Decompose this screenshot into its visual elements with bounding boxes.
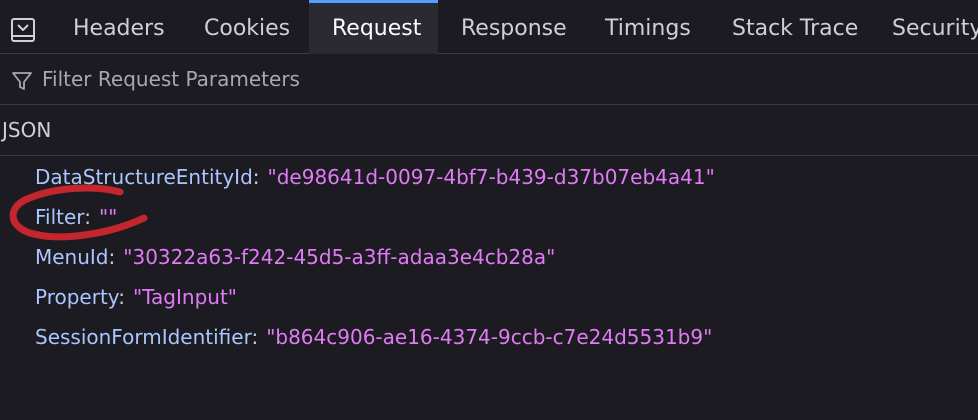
- dock-side-icon[interactable]: [10, 17, 36, 43]
- tab-stack-trace[interactable]: Stack Trace: [732, 0, 858, 54]
- tab-response[interactable]: Response: [461, 0, 567, 54]
- param-value: "30322a63-f242-45d5-a3ff-adaa3e4cb28a": [123, 245, 556, 269]
- params-list: DataStructureEntityId: "de98641d-0097-4bf…: [0, 157, 978, 357]
- param-row[interactable]: Property: "TagInput": [0, 277, 978, 317]
- param-key: DataStructureEntityId: [35, 165, 253, 189]
- tab-label: Timings: [605, 16, 691, 41]
- tab-label: Request: [332, 16, 422, 41]
- tab-label: Cookies: [204, 16, 291, 41]
- tab-cookies[interactable]: Cookies: [204, 0, 290, 54]
- section-title: JSON: [2, 118, 52, 142]
- tab-label: Stack Trace: [732, 16, 859, 41]
- param-colon: :: [252, 165, 260, 189]
- filter-bar: [0, 54, 978, 105]
- param-colon: :: [108, 245, 116, 269]
- param-value: "b864c906-ae16-4374-9ccb-c7e24d5531b9": [266, 325, 713, 349]
- json-section-header[interactable]: JSON: [0, 105, 978, 156]
- tab-label: Response: [461, 16, 567, 41]
- param-row[interactable]: MenuId: "30322a63-f242-45d5-a3ff-adaa3e4c…: [0, 237, 978, 277]
- param-key: Filter: [35, 205, 85, 229]
- param-colon: :: [118, 285, 125, 309]
- tab-timings[interactable]: Timings: [605, 0, 691, 54]
- param-key: Property: [35, 285, 119, 309]
- filter-request-params-input[interactable]: [38, 62, 966, 96]
- param-value: "de98641d-0097-4bf7-b439-d37b07eb4a41": [267, 165, 715, 189]
- tab-security[interactable]: Security: [892, 0, 978, 54]
- param-key: SessionFormIdentifier: [35, 325, 252, 349]
- request-panel: Headers Cookies Request Response Timings…: [0, 0, 978, 420]
- param-row[interactable]: Filter: "": [0, 197, 978, 237]
- param-key: MenuId: [35, 245, 109, 269]
- param-colon: :: [84, 205, 91, 229]
- param-value: "TagInput": [132, 285, 237, 309]
- param-value: "": [98, 205, 118, 229]
- param-row[interactable]: DataStructureEntityId: "de98641d-0097-4bf…: [0, 157, 978, 197]
- param-colon: :: [251, 325, 259, 349]
- tab-headers[interactable]: Headers: [73, 0, 165, 54]
- filter-funnel-icon: [12, 72, 32, 90]
- tab-label: Headers: [73, 16, 165, 41]
- tab-request[interactable]: Request: [309, 0, 438, 54]
- tab-bar: Headers Cookies Request Response Timings…: [0, 0, 978, 54]
- tab-label: Security: [892, 16, 978, 41]
- param-row[interactable]: SessionFormIdentifier: "b864c906-ae16-437…: [0, 317, 978, 357]
